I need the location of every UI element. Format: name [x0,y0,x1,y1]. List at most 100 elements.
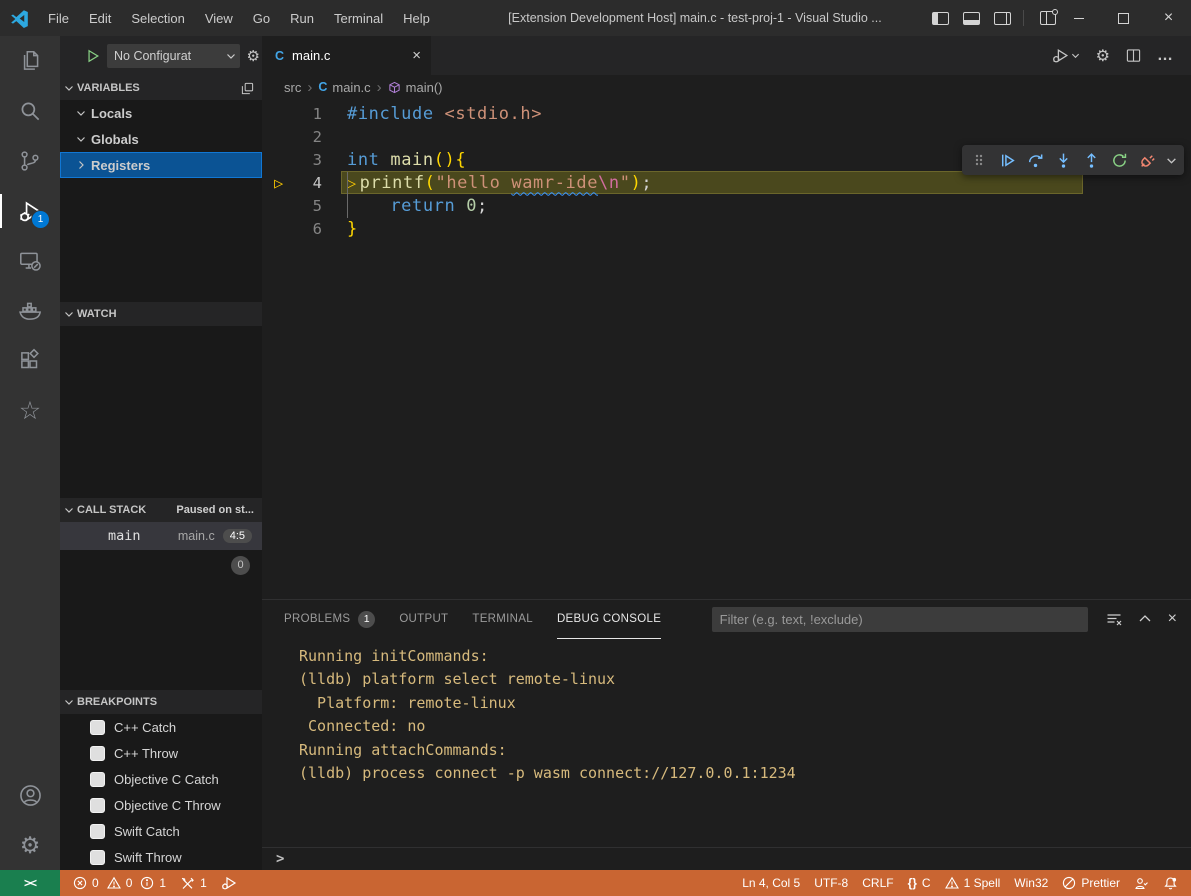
language-mode[interactable]: {} C [901,876,938,890]
breakpoint-row[interactable]: Swift Throw [60,844,262,870]
code-editor[interactable]: 1#include <stdio.h>23int main(){▷4▷print… [262,99,1191,599]
menu-go[interactable]: Go [243,0,280,36]
menu-bar: FileEditSelectionViewGoRunTerminalHelp [38,0,440,36]
breakpoint-checkbox[interactable] [90,772,105,787]
maximize-button[interactable] [1101,0,1146,36]
customize-layout-icon[interactable] [1040,11,1056,25]
step-out-icon[interactable] [1078,147,1104,173]
notifications-bell[interactable] [1156,876,1185,891]
debug-configuration-dropdown[interactable]: No Configurat [107,44,240,68]
breakpoint-checkbox[interactable] [90,746,105,761]
breakpoint-row[interactable]: C++ Throw [60,740,262,766]
remote-indicator[interactable]: >< [0,870,60,896]
code-line-6[interactable]: 6} [262,217,1191,240]
split-editor-icon[interactable] [1126,48,1141,63]
breakpoint-row[interactable]: C++ Catch [60,714,262,740]
spell-checker-status[interactable]: 1 Spell [938,876,1008,890]
code-token: main [390,150,433,170]
variables-item-globals[interactable]: Globals [60,126,262,152]
toggle-secondary-sidebar-icon[interactable] [994,12,1011,25]
panel-tab-terminal[interactable]: TERMINAL [472,600,533,639]
debug-console-output: Running initCommands:(lldb) platform sel… [262,638,1191,847]
breakpoint-row[interactable]: Swift Catch [60,818,262,844]
run-and-debug-icon[interactable]: 1 [0,186,60,236]
menu-view[interactable]: View [195,0,243,36]
call-stack-section-header[interactable]: CALL STACK Paused on st... [60,498,262,522]
toolchain-status[interactable]: 1 [173,876,214,891]
remote-explorer-icon[interactable] [0,236,60,286]
docker-icon[interactable] [0,286,60,336]
menu-help[interactable]: Help [393,0,440,36]
editor-settings-gear-icon[interactable]: ⚙ [1096,46,1110,66]
restart-icon[interactable] [1106,147,1132,173]
tree-item-label: Registers [91,158,150,173]
problems-status[interactable]: 0 0 1 [66,876,173,890]
eol-status[interactable]: CRLF [855,876,900,890]
breakpoint-row[interactable]: Objective C Throw [60,792,262,818]
start-debug-icon[interactable] [86,49,100,63]
step-over-icon[interactable] [1022,147,1048,173]
menu-file[interactable]: File [38,0,79,36]
settings-gear-icon[interactable]: ⚙ [0,820,60,870]
debug-session-status[interactable] [214,875,244,891]
panel-tab-debug-console[interactable]: DEBUG CONSOLE [557,600,661,639]
panel-tab-output[interactable]: OUTPUT [399,600,448,639]
breadcrumb-item[interactable]: Cmain.c [318,80,370,95]
menu-edit[interactable]: Edit [79,0,121,36]
cursor-position[interactable]: Ln 4, Col 5 [735,876,807,890]
close-button[interactable]: × [1146,0,1191,36]
console-input-row[interactable]: > [262,847,1191,870]
watch-section-header[interactable]: WATCH [60,302,262,326]
toggle-sidebar-icon[interactable] [932,12,949,25]
debug-badge: 1 [31,210,50,229]
breakpoint-row[interactable]: Objective C Catch [60,766,262,792]
menu-terminal[interactable]: Terminal [324,0,393,36]
variables-item-registers[interactable]: Registers [60,152,262,178]
breakpoint-checkbox[interactable] [90,850,105,865]
panel-tab-problems[interactable]: PROBLEMS1 [284,600,375,639]
launch-gear-icon[interactable]: ⚙ [247,47,260,65]
breakpoint-checkbox[interactable] [90,720,105,735]
menu-run[interactable]: Run [280,0,324,36]
code-line-1[interactable]: 1#include <stdio.h> [262,102,1191,125]
debug-console-filter-input[interactable] [712,607,1088,632]
search-icon[interactable] [0,86,60,136]
run-or-debug-icon[interactable] [1052,47,1080,64]
toolbar-drag-handle[interactable] [966,147,992,173]
maximize-panel-icon[interactable] [1138,612,1152,626]
breakpoint-checkbox[interactable] [90,798,105,813]
account-icon[interactable] [0,770,60,820]
variables-section-header[interactable]: VARIABLES [60,76,262,100]
favorites-star-icon[interactable]: ☆ [0,386,60,436]
more-actions-icon[interactable]: … [1157,47,1175,65]
feedback-status[interactable] [1127,876,1156,891]
tab-close-icon[interactable]: × [412,47,421,64]
step-into-icon[interactable] [1050,147,1076,173]
toolbar-chevron-down-icon[interactable] [1162,147,1180,173]
variables-item-locals[interactable]: Locals [60,100,262,126]
spellcheck-squiggle-token: wamr-ide [511,173,598,193]
console-line: Connected: no [299,715,1191,738]
code-line-5[interactable]: 5 return 0; [262,194,1191,217]
copy-value-icon[interactable] [241,82,254,95]
breadcrumb-item[interactable]: src [284,80,301,95]
breakpoint-checkbox[interactable] [90,824,105,839]
continue-icon[interactable] [994,147,1020,173]
minimize-button[interactable] [1056,0,1101,36]
explorer-icon[interactable] [0,36,60,86]
extensions-icon[interactable] [0,336,60,386]
close-panel-icon[interactable]: × [1168,610,1177,628]
toggle-panel-icon[interactable] [963,12,980,25]
clear-console-icon[interactable] [1106,611,1122,627]
formatter-status[interactable]: Prettier [1055,876,1127,890]
breakpoints-section-header[interactable]: BREAKPOINTS [60,690,262,714]
disconnect-icon[interactable] [1134,147,1160,173]
encoding-status[interactable]: UTF-8 [807,876,855,890]
menu-selection[interactable]: Selection [121,0,194,36]
braces-icon: {} [908,876,917,890]
platform-status[interactable]: Win32 [1007,876,1055,890]
tab-main-c[interactable]: C main.c × [262,36,431,75]
breadcrumb-item[interactable]: main() [388,80,443,95]
stack-frame-row[interactable]: main main.c 4:5 [60,522,262,550]
source-control-icon[interactable] [0,136,60,186]
